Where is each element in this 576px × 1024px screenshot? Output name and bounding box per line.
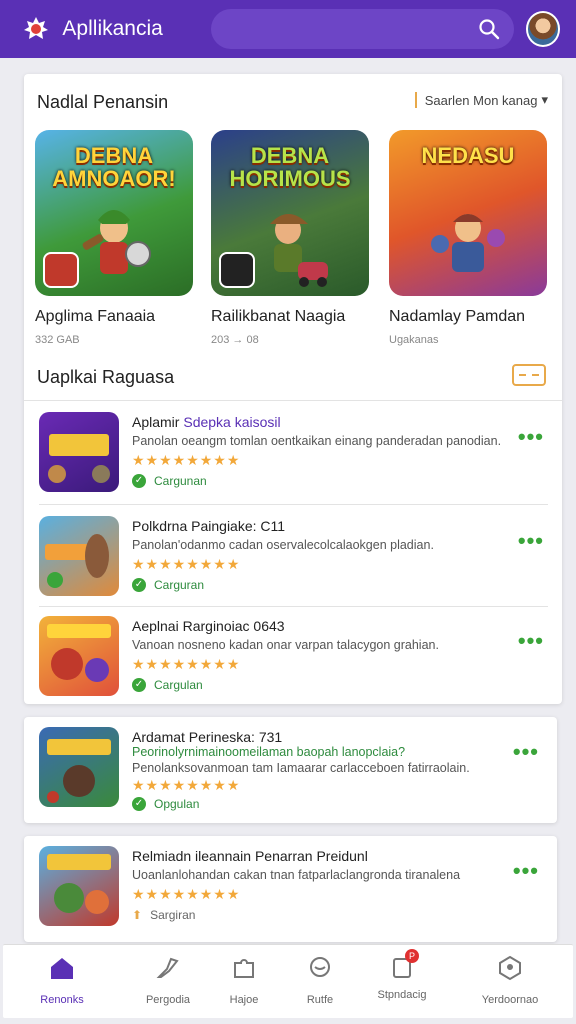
bottom-navigation: Renonks Pergodia Hajoe Rutfe P Stpndacig…	[3, 944, 573, 1018]
install-status: ✓ Carguran	[132, 578, 204, 592]
nav-item-chat[interactable]: Rutfe	[275, 955, 365, 1006]
app-icon	[39, 846, 119, 926]
sort-label: Saarlen Mon kanag	[424, 92, 538, 108]
star-rating: ★★★★★★★★	[132, 452, 241, 468]
check-icon: ✓	[132, 678, 146, 692]
game-name: Apglima Fanaaia	[35, 308, 156, 325]
user-avatar[interactable]	[525, 11, 561, 47]
app-icon	[39, 412, 119, 492]
item-title: Relmiadn ileannain Penarran Preidunl	[132, 848, 368, 864]
featured-games-carousel[interactable]: DEBNA AMNOAOR! Apglima Fanaaia 332 GAB D…	[35, 130, 575, 360]
install-status: ✓ Cargunan	[132, 474, 207, 488]
check-icon: ✓	[132, 797, 146, 811]
nav-label: Stpndacig	[377, 989, 427, 1001]
check-icon: ✓	[132, 474, 146, 488]
featured-section-title: Nadlal Penansin	[37, 92, 169, 112]
app-card[interactable]: Relmiadn ileannain Penarran Preidunl Uoa…	[24, 836, 557, 942]
nav-item-notifications[interactable]: P Stpndacig	[357, 949, 447, 1001]
list-item[interactable]: Polkdrna Paingiake: C11 Panolan'odanmo c…	[24, 506, 562, 606]
item-description: Uoanlanlohandan cakan tnan fatparlaclang…	[132, 868, 461, 882]
more-options-icon[interactable]: •••	[513, 858, 539, 884]
more-options-icon[interactable]: •••	[518, 424, 544, 450]
bookmark-icon: P	[389, 949, 419, 981]
item-title: Polkdrna Paingiake: C11	[132, 518, 286, 534]
game-name: Railikbanat Naagia	[211, 308, 346, 325]
game-name: Nadamlay Pamdan	[389, 308, 526, 325]
profile-badge-icon	[499, 955, 521, 981]
featured-card: Nadlal Penansin Saarlen Mon kanag ▾ DEBN…	[24, 74, 562, 704]
game-badge-icon	[43, 252, 79, 288]
item-description: Panolan'odanmo cadan oservalecolcalaokge…	[132, 538, 434, 552]
game-card[interactable]: DEBNA AMNOAOR! Apglima Fanaaia 332 GAB	[35, 130, 195, 346]
game-banner-text: DEBNA HORIMOUS	[229, 143, 351, 192]
game-cover-image[interactable]: DEBNA HORIMOUS	[211, 130, 369, 296]
item-title: Aplamir Sdepka kaisosil	[132, 414, 281, 430]
more-options-icon[interactable]: •••	[518, 628, 544, 654]
divider	[24, 400, 562, 401]
app-icon	[39, 516, 119, 596]
list-item[interactable]: Aeplnai Rarginoiac 0643 Vanoan nosneno k…	[24, 606, 562, 706]
nav-label: Yerdoornao	[481, 994, 539, 1006]
home-icon	[51, 958, 73, 979]
install-status: ✓ Cargulan	[132, 678, 203, 692]
collapse-toggle-button[interactable]	[512, 364, 546, 386]
item-description: Vanoan nosneno kadan onar varpan talacyg…	[132, 638, 439, 652]
share-icon: ⬆	[132, 908, 143, 922]
app-logo-icon[interactable]	[20, 12, 52, 46]
star-rating: ★★★★★★★★	[132, 556, 241, 572]
game-banner-text: NEDASU	[421, 143, 515, 168]
item-subtitle: Peorinolyrnimainoomeilaman baopah lanopc…	[132, 745, 406, 759]
game-meta: Ugakanas	[389, 334, 439, 346]
search-input[interactable]	[224, 20, 445, 38]
item-title: Aeplnai Rarginoiac 0643	[132, 618, 285, 634]
chat-bubble-icon	[310, 957, 330, 977]
divider	[39, 504, 548, 505]
game-badge-icon	[219, 252, 255, 288]
game-card[interactable]: DEBNA HORIMOUS Railikbanat Naagia 203 → …	[211, 130, 371, 346]
search-bar[interactable]	[210, 9, 514, 49]
install-status: ⬆ Sargiran	[132, 908, 196, 922]
hunter-character-icon	[270, 214, 328, 287]
rocket-icon	[156, 957, 179, 978]
check-icon: ✓	[132, 578, 146, 592]
item-description: Panolan oeangm tomlan oentkaikan einang …	[132, 434, 502, 448]
star-rating: ★★★★★★★★	[132, 777, 241, 793]
star-rating: ★★★★★★★★	[132, 656, 241, 672]
game-banner-text: DEBNA AMNOAOR!	[52, 143, 176, 192]
game-cover-image[interactable]: DEBNA AMNOAOR!	[35, 130, 193, 296]
game-meta: 332 GAB	[35, 334, 80, 346]
nav-item-home[interactable]: Renonks	[17, 955, 107, 1006]
app-title: Apllikancia	[62, 17, 163, 40]
top-app-bar: Apllikancia	[0, 0, 576, 58]
star-rating: ★★★★★★★★	[132, 886, 241, 902]
item-title: Ardamat Perineska: 731	[132, 729, 283, 745]
game-cover-image[interactable]: NEDASU	[389, 130, 547, 296]
warrior-character-icon	[82, 210, 151, 274]
puzzle-icon	[234, 959, 254, 978]
game-card[interactable]: NEDASU Nadamlay Pamdan Ugakanas	[389, 130, 549, 346]
robot-character-icon	[431, 214, 505, 272]
more-options-icon[interactable]: •••	[518, 528, 544, 554]
list-section-title: Uaplkai Raguasa	[37, 367, 175, 387]
sort-dropdown[interactable]: Saarlen Mon kanag ▾	[414, 92, 548, 108]
more-options-icon[interactable]: •••	[513, 739, 539, 765]
app-icon	[39, 727, 119, 807]
install-status: ✓ Opgulan	[132, 797, 199, 811]
notification-badge: P	[405, 949, 419, 963]
chevron-down-icon: ▾	[541, 92, 548, 107]
list-item[interactable]: Aplamir Sdepka kaisosil Panolan oeangm t…	[24, 402, 562, 502]
item-description: Penolanksovanmoan tam Iamaarar carlacceb…	[132, 761, 470, 775]
game-meta: 203 → 08	[211, 334, 259, 346]
app-card[interactable]: Ardamat Perineska: 731 Peorinolyrnimaino…	[24, 717, 557, 823]
app-icon	[39, 616, 119, 696]
search-icon[interactable]	[478, 18, 500, 40]
nav-label: Rutfe	[306, 994, 334, 1006]
nav-item-profile[interactable]: Yerdoornao	[465, 955, 555, 1006]
nav-label: Renonks	[40, 994, 84, 1006]
